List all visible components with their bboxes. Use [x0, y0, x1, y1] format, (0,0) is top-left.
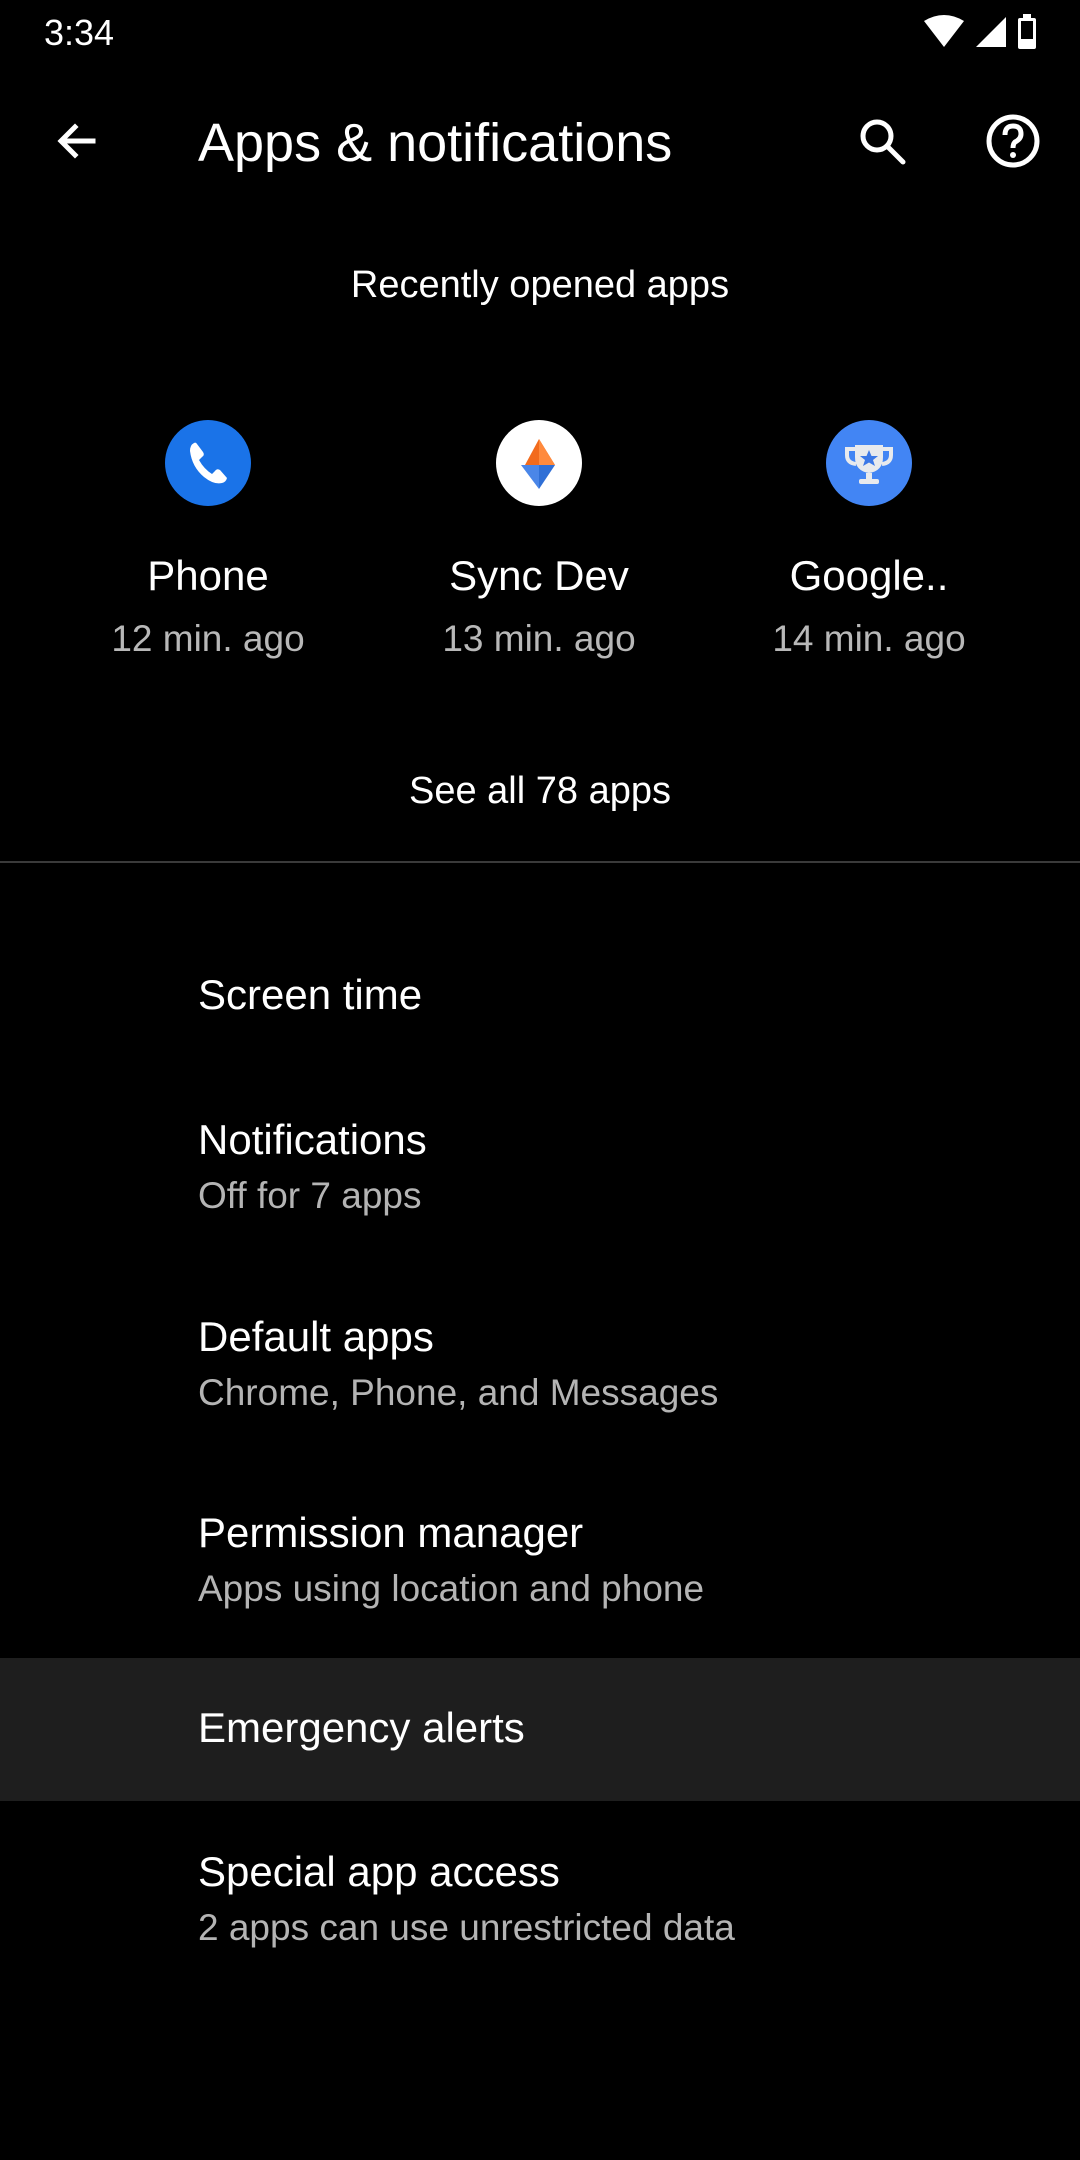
menu-item-title: Notifications [198, 1116, 427, 1163]
menu-item-permission-manager[interactable]: Permission manager Apps using location a… [0, 1473, 1080, 1653]
recent-app-google[interactable]: Google.. 14 min. ago [704, 420, 1034, 660]
menu-item-title: Special app access [198, 1848, 560, 1895]
menu-item-title: Permission manager [198, 1509, 584, 1556]
menu-item-special-app-access[interactable]: Special app access 2 apps can use unrest… [0, 1812, 1080, 1992]
status-time: 3:34 [44, 12, 115, 53]
menu-item-subtitle: 2 apps can use unrestricted data [198, 1907, 735, 1948]
recent-app-phone[interactable]: Phone 12 min. ago [43, 420, 373, 660]
menu-item-notifications[interactable]: Notifications Off for 7 apps [0, 1080, 1080, 1260]
menu-item-subtitle: Apps using location and phone [198, 1568, 705, 1609]
app-time: 13 min. ago [442, 618, 636, 659]
battery-icon [1016, 14, 1038, 55]
search-icon [856, 115, 908, 172]
trophy-icon [826, 420, 912, 506]
arrow-left-icon [53, 117, 101, 170]
back-button[interactable] [37, 103, 117, 183]
recent-app-sync-dev[interactable]: Sync Dev 13 min. ago [374, 420, 704, 660]
menu-item-screen-time[interactable]: Screen time [0, 935, 1080, 1065]
app-name: Sync Dev [449, 552, 629, 599]
cell-signal-icon [974, 15, 1008, 54]
app-time: 14 min. ago [772, 618, 966, 659]
app-name: Google.. [789, 552, 949, 599]
help-icon [985, 113, 1041, 174]
search-button[interactable] [842, 103, 922, 183]
help-button[interactable] [973, 103, 1053, 183]
menu-item-subtitle: Off for 7 apps [198, 1175, 422, 1216]
status-icons [922, 14, 1038, 55]
sync-dev-icon [496, 420, 582, 506]
wifi-icon [922, 15, 966, 54]
app-name: Phone [147, 552, 269, 599]
menu-item-title: Default apps [198, 1313, 434, 1360]
menu-item-default-apps[interactable]: Default apps Chrome, Phone, and Messages [0, 1277, 1080, 1457]
menu-item-title: Screen time [198, 971, 423, 1018]
page-title: Apps & notifications [198, 113, 673, 173]
menu-item-title: Emergency alerts [198, 1704, 525, 1751]
divider [0, 861, 1080, 863]
recent-apps-header: Recently opened apps [350, 264, 730, 306]
app-time: 12 min. ago [111, 618, 305, 659]
phone-icon [165, 420, 251, 506]
see-all-apps-button[interactable]: See all 78 apps [0, 770, 1080, 813]
menu-item-subtitle: Chrome, Phone, and Messages [198, 1372, 719, 1413]
menu-item-emergency-alerts[interactable]: Emergency alerts [0, 1658, 1080, 1801]
